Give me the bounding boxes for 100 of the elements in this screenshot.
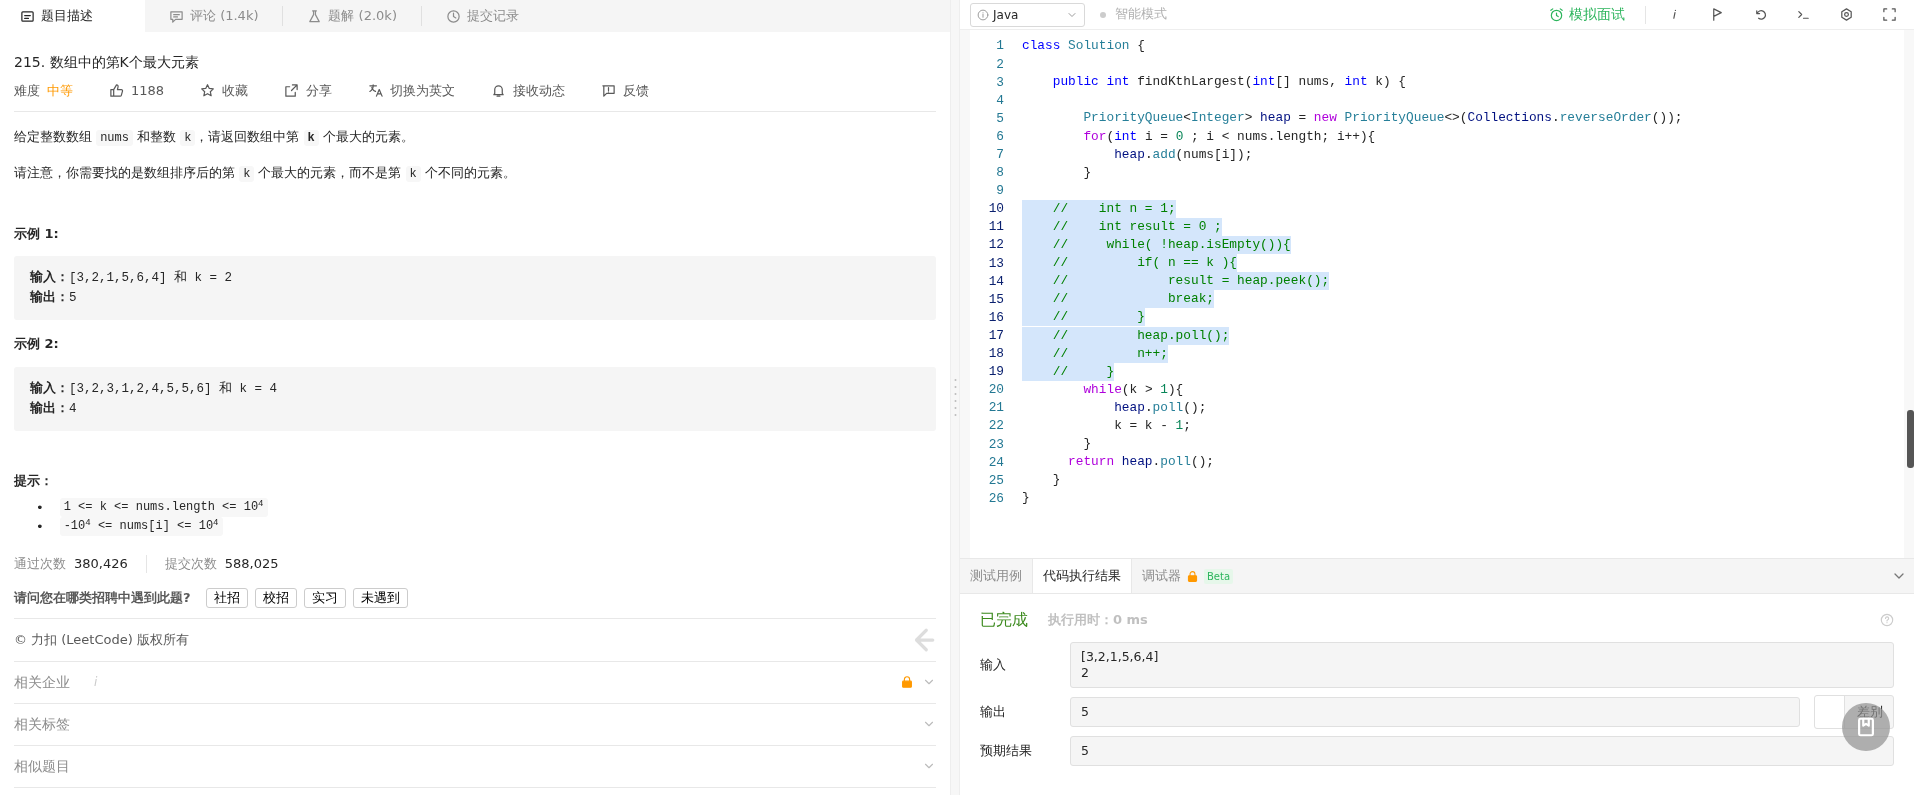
undo-icon[interactable] bbox=[1753, 7, 1768, 22]
code-line: public int findKthLargest(int[] nums, int k) { bbox=[1051, 73, 1406, 92]
action-link[interactable]: 1188 bbox=[109, 81, 165, 101]
result-field: 5 bbox=[1070, 697, 1800, 727]
tab[interactable]: 题目描述 bbox=[0, 0, 145, 32]
result-label: 输出 bbox=[980, 703, 1007, 722]
info-icon bbox=[977, 8, 989, 21]
code-line: } bbox=[1022, 489, 1030, 508]
clock-icon bbox=[445, 8, 461, 24]
line-number: 9 bbox=[995, 182, 1004, 201]
line-number: 7 bbox=[995, 146, 1004, 164]
action-link[interactable]: 接收动态 bbox=[491, 81, 566, 101]
line-number: 16 bbox=[987, 308, 1004, 327]
tab[interactable]: 代码执行结果 bbox=[1032, 559, 1132, 593]
comment-icon bbox=[169, 8, 184, 24]
line-number: 18 bbox=[987, 345, 1004, 364]
language-select[interactable]: Java bbox=[970, 2, 1085, 27]
scrollbar-thumb[interactable] bbox=[1907, 410, 1914, 468]
result-label: 预期结果 bbox=[980, 742, 1033, 761]
example-line: 输入：[3,2,1,5,6,4] 和 k = 2 bbox=[30, 269, 234, 287]
line-number: 17 bbox=[987, 326, 1004, 345]
section-header[interactable]: 相似题目 bbox=[14, 755, 70, 777]
action-link[interactable]: 反馈 bbox=[601, 81, 650, 101]
line-number: 26 bbox=[987, 489, 1004, 508]
line-number: 11 bbox=[987, 218, 1004, 237]
survey-option[interactable]: 社招 bbox=[205, 587, 248, 608]
dot-icon bbox=[1099, 10, 1107, 19]
section-header[interactable]: 相关标签 bbox=[14, 713, 70, 735]
constraint-code: 1 <= k <= nums.length <= 10$^{4}$ bbox=[59, 498, 268, 517]
bookmark-icon bbox=[1855, 716, 1877, 738]
code-line: } bbox=[1051, 471, 1061, 490]
stat-value: 588,025 bbox=[224, 555, 279, 573]
line-number: 22 bbox=[987, 417, 1004, 436]
line-number: 14 bbox=[987, 272, 1004, 291]
code-line: heap.add(nums[i]); bbox=[1113, 145, 1253, 164]
line-number: 21 bbox=[987, 399, 1004, 418]
share-icon bbox=[284, 83, 300, 99]
action-link[interactable]: 收藏 bbox=[200, 81, 249, 101]
section-header[interactable]: 相关企业 bbox=[14, 671, 70, 693]
feedback-icon bbox=[601, 83, 617, 99]
survey-option[interactable]: 未遇到 bbox=[352, 587, 408, 608]
help-icon bbox=[1880, 613, 1894, 627]
description-icon bbox=[20, 8, 35, 24]
example-line: 输出：5 bbox=[30, 289, 78, 307]
survey-option[interactable]: 实习 bbox=[303, 587, 346, 608]
alarm-clock-icon bbox=[1549, 7, 1564, 22]
flag-icon[interactable] bbox=[1710, 7, 1725, 22]
settings-icon[interactable] bbox=[1839, 7, 1854, 22]
line-number: 6 bbox=[995, 127, 1004, 146]
code-line: } bbox=[1082, 435, 1092, 454]
line-number: 12 bbox=[987, 236, 1004, 255]
star-icon bbox=[200, 83, 216, 99]
bell-icon bbox=[491, 83, 507, 99]
line-number: 8 bbox=[995, 164, 1004, 183]
line-number: 5 bbox=[995, 109, 1004, 128]
code-line: while(k > 1){ bbox=[1082, 380, 1184, 399]
stat-value: 380,426 bbox=[74, 555, 128, 573]
line-number: 24 bbox=[987, 453, 1004, 472]
result-field: 5 bbox=[1070, 736, 1894, 766]
example-heading: 示例 1: bbox=[14, 224, 60, 243]
translate-icon bbox=[368, 83, 384, 99]
beta-badge: Beta bbox=[1204, 568, 1234, 584]
bullet: • bbox=[36, 518, 44, 536]
stat-label: 通过次数 bbox=[14, 555, 66, 573]
description-paragraph: 给定整数数组 nums 和整数 k ，请返回数组中第 k 个最大的元素。 bbox=[14, 127, 415, 148]
fullscreen-icon[interactable] bbox=[1882, 7, 1897, 22]
example-heading: 示例 2: bbox=[14, 335, 60, 353]
line-number: 2 bbox=[995, 55, 1004, 74]
code-line: PriorityQueue<Integer> heap = new PriorityQueue<>(Collections.reverseOrder()); bbox=[1082, 109, 1683, 128]
line-number: 3 bbox=[995, 73, 1004, 92]
result-label: 输入 bbox=[980, 656, 1007, 675]
line-number: 1 bbox=[995, 37, 1004, 56]
drag-handle-icon[interactable] bbox=[953, 377, 957, 418]
line-number: 15 bbox=[987, 290, 1004, 309]
survey-option[interactable]: 校招 bbox=[254, 587, 297, 608]
action-link[interactable]: 切换为英文 bbox=[368, 81, 456, 101]
result-field: [3,2,1,5,6,4] 2 bbox=[1070, 642, 1894, 688]
code-line: heap.poll(); bbox=[1113, 398, 1207, 417]
hints-heading: 提示： bbox=[14, 471, 54, 490]
flask-icon bbox=[307, 8, 323, 24]
line-number: 23 bbox=[987, 435, 1004, 454]
code-line: } bbox=[1082, 163, 1092, 182]
difficulty-label: 难度 bbox=[14, 82, 40, 100]
constraint-code: -10$^{4}$ <= nums[i] <= 10$^{4}$ bbox=[59, 517, 223, 536]
action-link[interactable]: 分享 bbox=[284, 81, 333, 101]
status-text: 已完成 bbox=[980, 609, 1028, 631]
line-number: 4 bbox=[995, 91, 1004, 110]
line-number: 19 bbox=[987, 363, 1004, 382]
code-line: return heap.poll(); bbox=[1067, 453, 1214, 472]
description-paragraph: 请注意，你需要找的是数组排序后的第 k 个最大的元素，而不是第 k 个不同的元素。 bbox=[14, 163, 517, 184]
line-number: 13 bbox=[987, 254, 1004, 273]
code-line: for(int i = 0 ; i < nums.length; i++){ bbox=[1082, 127, 1376, 146]
line-number: 25 bbox=[987, 471, 1004, 490]
difficulty-level: 中等 bbox=[47, 82, 73, 100]
problem-title: 215. 数组中的第K个最大元素 bbox=[14, 53, 200, 72]
line-number: 10 bbox=[987, 200, 1004, 219]
stat-label: 提交次数 bbox=[164, 555, 217, 573]
runtime-text: 执行用时：0 ms bbox=[1048, 611, 1149, 630]
bullet: • bbox=[36, 499, 44, 517]
copyright-text: © 力扣 (LeetCode) 版权所有 bbox=[14, 630, 189, 649]
